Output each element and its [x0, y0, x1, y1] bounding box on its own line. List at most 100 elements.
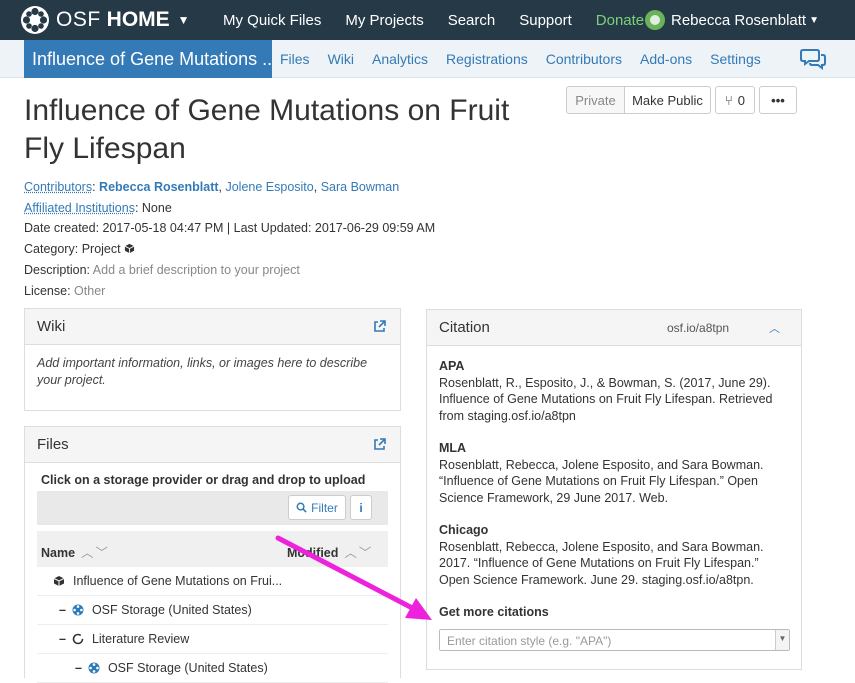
description-value[interactable]: Add a brief description to your project — [93, 263, 300, 277]
dates-line: Date created: 2017-05-18 04:47 PM | Last… — [24, 221, 436, 235]
osf-logo-icon — [21, 6, 49, 34]
column-name[interactable]: Name ︿﹀ — [41, 542, 110, 561]
get-more-citations-label: Get more citations — [439, 605, 549, 619]
project-subnav-links: Files Wiki Analytics Registrations Contr… — [280, 40, 779, 78]
nav-my-projects[interactable]: My Projects — [345, 12, 423, 29]
citation-panel-title: Citation — [439, 319, 490, 336]
file-tree-label: OSF Storage (United States) — [91, 603, 252, 617]
contributor-link[interactable]: Rebecca Rosenblatt — [99, 180, 218, 194]
external-link-icon[interactable] — [373, 438, 386, 451]
nav-my-quick-files[interactable]: My Quick Files — [223, 12, 321, 29]
component-icon — [72, 633, 84, 645]
subnav-add-ons[interactable]: Add-ons — [640, 51, 692, 67]
top-nav-links: My Quick Files My Projects Search Suppor… — [223, 0, 668, 40]
user-menu[interactable]: Rebecca Rosenblatt ▼ — [645, 0, 819, 40]
subnav-analytics[interactable]: Analytics — [372, 51, 428, 67]
info-button[interactable]: i — [350, 495, 372, 520]
subnav-contributors[interactable]: Contributors — [546, 51, 622, 67]
collapse-toggle[interactable]: – — [75, 661, 82, 675]
wiki-panel: Wiki Add important information, links, o… — [24, 308, 401, 411]
citation-style-name: MLA — [439, 441, 467, 455]
column-modified[interactable]: Modified ︿﹀ — [287, 542, 373, 561]
category-line: Category: Project — [24, 242, 135, 256]
files-upload-hint: Click on a storage provider or drag and … — [41, 473, 366, 487]
file-tree-label: Influence of Gene Mutations on Frui... — [73, 574, 283, 588]
category-label: Category: — [24, 242, 79, 256]
private-button[interactable]: Private — [566, 86, 625, 114]
osf-storage-icon — [88, 662, 100, 674]
citation-style-name: APA — [439, 359, 465, 373]
file-tree-label: OSF Storage (United States) — [107, 661, 268, 675]
citation-panel-header[interactable]: Citation osf.io/a8tpn ︿ — [427, 310, 801, 346]
file-tree-label: Literature Review — [91, 632, 190, 646]
category-value: Project — [81, 242, 121, 256]
more-options-button[interactable]: ••• — [759, 86, 797, 114]
citation-panel: Citation osf.io/a8tpn ︿ APA Rosenblatt, … — [426, 309, 802, 670]
collapse-toggle[interactable]: – — [59, 632, 66, 646]
file-tree-row[interactable]: – Literature Review — [37, 625, 388, 654]
citation-chicago: Chicago Rosenblatt, Rebecca, Jolene Espo… — [439, 522, 789, 588]
cube-icon — [53, 576, 65, 586]
nav-search[interactable]: Search — [448, 12, 496, 29]
citation-style-select[interactable]: Enter citation style (e.g. "APA") ▼ — [439, 628, 790, 651]
citation-apa: APA Rosenblatt, R., Esposito, J., & Bowm… — [439, 358, 789, 424]
osf-storage-icon — [72, 604, 84, 616]
osf-home-menu[interactable]: OSF HOME ▼ — [20, 5, 190, 35]
fork-count: 0 — [737, 92, 746, 108]
affiliated-line: Affiliated Institutions: None — [24, 201, 172, 215]
license-line: License: Other — [24, 284, 105, 298]
top-navbar: OSF HOME ▼ My Quick Files My Projects Se… — [0, 0, 855, 40]
filter-label: Filter — [311, 500, 338, 515]
subnav-registrations[interactable]: Registrations — [446, 51, 528, 67]
file-tree-row[interactable]: – OSF Storage (United States) — [37, 596, 388, 625]
brand-osf: OSF — [56, 8, 101, 31]
files-panel-header: Files — [25, 427, 400, 463]
contributor-link[interactable]: Sara Bowman — [321, 180, 400, 194]
subnav-settings[interactable]: Settings — [710, 51, 761, 67]
affiliated-value: None — [141, 201, 172, 215]
contributor-link[interactable]: Jolene Esposito — [225, 180, 313, 194]
external-link-icon[interactable] — [373, 320, 386, 333]
contributors-label[interactable]: Contributors — [24, 180, 92, 194]
affiliated-label[interactable]: Affiliated Institutions — [24, 201, 135, 215]
nav-support[interactable]: Support — [519, 12, 572, 29]
citation-text: Rosenblatt, R., Esposito, J., & Bowman, … — [439, 375, 773, 423]
citation-body: APA Rosenblatt, R., Esposito, J., & Bowm… — [427, 346, 801, 663]
fork-icon: ⑂ — [724, 92, 733, 108]
citation-mla: MLA Rosenblatt, Rebecca, Jolene Esposito… — [439, 440, 789, 506]
citation-style-placeholder: Enter citation style (e.g. "APA") — [447, 633, 612, 648]
file-tree-row[interactable]: Influence of Gene Mutations on Frui... — [37, 567, 388, 596]
file-tree-row[interactable]: – OSF Storage (United States) — [37, 654, 388, 683]
sort-icon[interactable]: ︿﹀ — [344, 546, 373, 560]
contributors-line: Contributors: Rebecca Rosenblatt, Jolene… — [24, 180, 400, 194]
collapse-toggle[interactable]: – — [59, 603, 66, 617]
chevron-up-icon[interactable]: ︿ — [769, 320, 780, 336]
subnav-wiki[interactable]: Wiki — [328, 51, 354, 67]
description-label: Description: — [24, 263, 90, 277]
user-name: Rebecca Rosenblatt — [671, 11, 807, 29]
comments-icon[interactable] — [800, 48, 826, 70]
subnav-files[interactable]: Files — [280, 51, 310, 67]
brand-home: HOME — [106, 8, 170, 31]
files-panel-title: Files — [37, 436, 69, 453]
license-label: License: — [24, 284, 71, 298]
license-value[interactable]: Other — [74, 284, 105, 298]
files-panel: Files Click on a storage provider or dra… — [24, 426, 401, 683]
files-toolbar: Filter i — [37, 491, 388, 525]
caret-down-icon: ▼ — [177, 13, 190, 27]
citation-text: Rosenblatt, Rebecca, Jolene Esposito, an… — [439, 539, 764, 587]
wiki-panel-header: Wiki — [25, 309, 400, 345]
sort-icon[interactable]: ︿﹀ — [81, 546, 110, 560]
search-icon — [296, 502, 307, 513]
user-avatar-icon — [645, 10, 665, 30]
citation-url: osf.io/a8tpn — [667, 321, 730, 335]
project-title-tab[interactable]: Influence of Gene Mutations ... — [24, 40, 272, 78]
filter-button[interactable]: Filter — [288, 495, 346, 520]
make-public-button[interactable]: Make Public — [624, 86, 711, 114]
wiki-body: Add important information, links, or ima… — [37, 356, 368, 387]
files-body: Click on a storage provider or drag and … — [25, 473, 400, 683]
fork-button[interactable]: ⑂ 0 — [715, 86, 755, 114]
dropdown-arrow-icon[interactable]: ▼ — [775, 629, 789, 650]
caret-down-icon: ▼ — [809, 14, 819, 26]
nav-donate[interactable]: Donate — [596, 12, 644, 29]
